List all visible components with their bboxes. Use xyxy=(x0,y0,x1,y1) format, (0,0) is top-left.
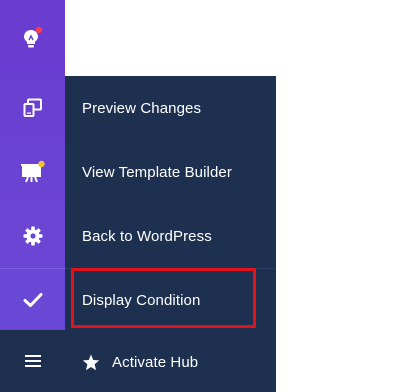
sidebar-item-conditions[interactable] xyxy=(0,268,65,330)
checkmark-icon xyxy=(23,292,43,308)
menu-toggle-button[interactable] xyxy=(0,330,65,392)
menu-item-label: Display Condition xyxy=(82,292,201,309)
sidebar xyxy=(0,0,65,392)
notification-badge xyxy=(37,160,45,168)
menu-item-label: Activate Hub xyxy=(112,353,199,371)
menu-item-back-to-wordpress[interactable]: Back to WordPress xyxy=(65,204,276,268)
menu-item-label: Back to WordPress xyxy=(82,227,212,245)
sidebar-item-presentation[interactable] xyxy=(0,140,65,204)
menu-item-activate-hub[interactable]: Activate Hub xyxy=(65,330,276,392)
sidebar-item-responsive[interactable] xyxy=(0,76,65,140)
star-icon xyxy=(82,354,100,370)
lightbulb-icon xyxy=(22,26,44,50)
responsive-devices-icon xyxy=(23,98,43,118)
menu-item-display-condition[interactable]: Display Condition xyxy=(65,268,276,332)
notification-badge xyxy=(35,26,42,34)
menu-item-label: View Template Builder xyxy=(82,163,232,181)
hamburger-menu-icon xyxy=(24,353,42,369)
dropdown-menu: Preview Changes View Template Builder Ba… xyxy=(65,76,276,392)
sidebar-item-ideas[interactable] xyxy=(0,0,65,76)
gear-icon xyxy=(23,226,43,246)
sidebar-item-settings[interactable] xyxy=(0,204,65,268)
menu-item-label: Preview Changes xyxy=(82,99,202,117)
menu-item-view-template-builder[interactable]: View Template Builder xyxy=(65,140,276,204)
menu-item-preview-changes[interactable]: Preview Changes xyxy=(65,76,276,140)
presentation-board-icon xyxy=(20,160,46,184)
